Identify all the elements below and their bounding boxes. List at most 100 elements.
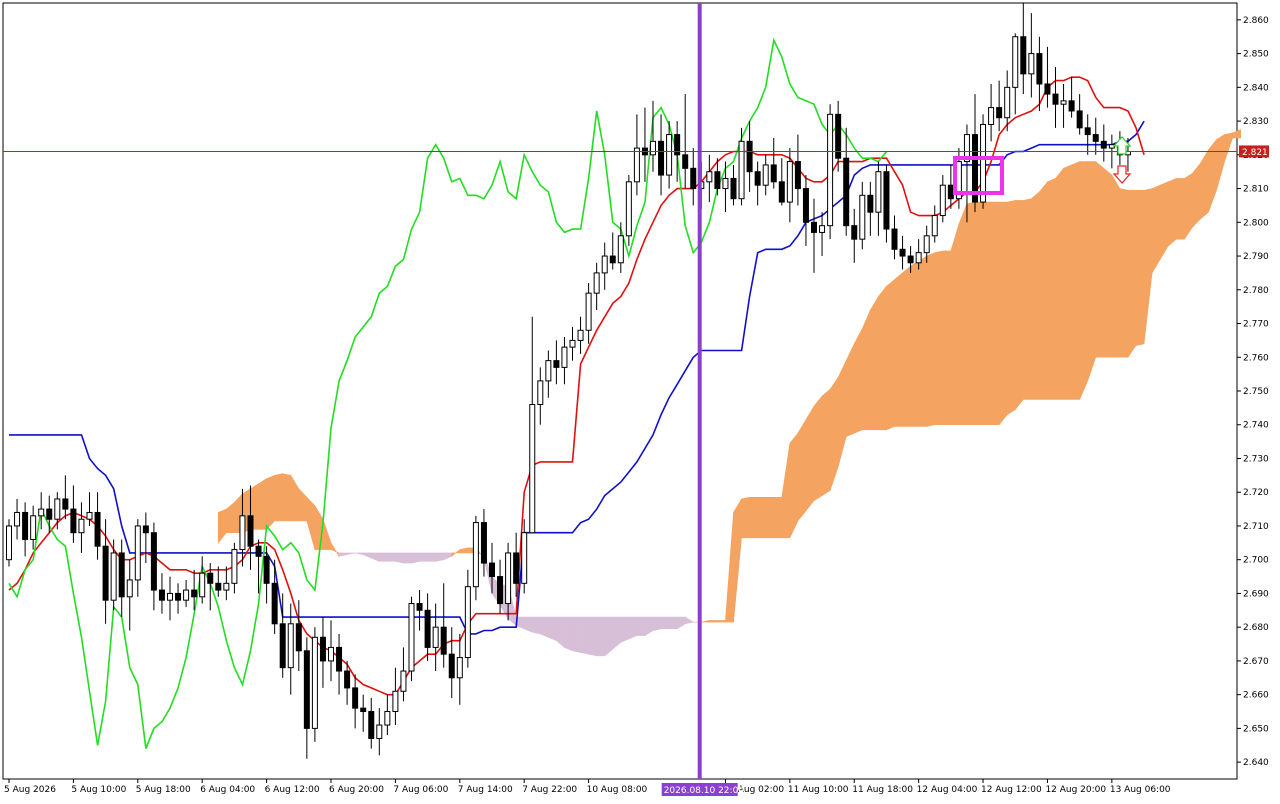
candle-body	[207, 572, 214, 584]
candle-body	[1100, 140, 1107, 149]
candle-body	[86, 511, 93, 520]
candle-body	[827, 113, 834, 227]
candle-body	[617, 235, 624, 264]
cloud-segment	[1047, 177, 1056, 400]
candle-body	[819, 225, 826, 233]
cloud-segment	[1192, 162, 1201, 229]
cloud-segment	[805, 405, 815, 512]
candle-body	[328, 646, 334, 662]
y-tick-label: 2.680	[1243, 623, 1269, 633]
cloud-segment	[403, 552, 412, 564]
candle-body	[545, 360, 552, 382]
candle-body	[416, 603, 423, 611]
candle-body	[239, 515, 246, 551]
candle-body	[456, 657, 463, 679]
x-tick-label: 7 Aug 14:00	[458, 785, 513, 795]
candle-body	[30, 515, 37, 540]
cloud-segment	[966, 201, 976, 426]
candle-body	[223, 582, 230, 591]
candle-body	[134, 525, 141, 581]
cloud-segment	[1014, 200, 1024, 411]
cloud-segment	[950, 223, 960, 426]
candle-body	[54, 498, 61, 520]
cloud-segment	[628, 616, 638, 640]
y-tick-label: 2.790	[1243, 252, 1269, 262]
cloud-segment	[411, 552, 420, 564]
cloud-segment	[982, 201, 992, 426]
x-tick-label: 12 Aug 12:00	[981, 785, 1042, 795]
cloud-segment	[1159, 181, 1169, 261]
cloud-segment	[1119, 188, 1129, 358]
cloud-segment	[1127, 189, 1137, 359]
x-tick-label: 7 Aug 06:00	[393, 785, 448, 795]
cloud-segment	[1135, 189, 1145, 346]
candle-body	[279, 623, 286, 669]
x-tick-label: 13 Aug 06:00	[1110, 785, 1171, 795]
x-tick-label: 10 Aug 08:00	[587, 785, 648, 795]
y-tick-label: 2.700	[1243, 556, 1269, 566]
cloud-segment	[1087, 161, 1097, 381]
x-tick-label: 7 Aug 22:00	[522, 785, 577, 795]
candle-body	[215, 582, 222, 591]
candle-body	[175, 592, 182, 601]
candle-body	[191, 589, 198, 598]
candle-body	[384, 711, 391, 726]
candle-body	[1076, 110, 1083, 129]
marker-date-label: 2026.08.10 22:00	[664, 786, 745, 796]
y-tick-label: 2.720	[1243, 488, 1269, 498]
candle-body	[770, 164, 777, 183]
candle-body	[1052, 93, 1059, 105]
cloud-segment	[588, 616, 597, 657]
candle-body	[392, 690, 399, 713]
cloud-segment	[813, 395, 823, 502]
cloud-segment	[1184, 172, 1193, 241]
candle-body	[263, 555, 270, 584]
candle-body	[577, 329, 584, 341]
candle-body	[650, 140, 656, 156]
candle-body	[199, 572, 206, 598]
candle-body	[521, 532, 528, 584]
candle-body	[344, 670, 351, 689]
y-tick-label: 2.850	[1243, 50, 1269, 60]
y-tick-label: 2.800	[1243, 218, 1269, 228]
cloud-segment	[870, 295, 879, 431]
candle-body	[167, 592, 173, 601]
candle-body	[859, 194, 866, 240]
cloud-segment	[1022, 198, 1032, 400]
cloud-segment	[974, 201, 984, 426]
cloud-segment	[709, 620, 718, 623]
candle-body	[1068, 100, 1075, 112]
cloud-segment	[274, 473, 284, 522]
cloud-segment	[1039, 180, 1048, 400]
cloud-segment	[821, 388, 831, 497]
candle-body	[633, 147, 640, 183]
cloud-segment	[572, 616, 581, 653]
cloud-segment	[387, 552, 396, 562]
cloud-segment	[395, 552, 404, 564]
cloud-segment	[378, 552, 388, 562]
cloud-segment	[918, 255, 928, 427]
cloud-segment	[861, 309, 871, 431]
cloud-segment	[878, 285, 887, 431]
candle-body	[489, 562, 495, 578]
cloud-segment	[749, 496, 758, 539]
candle-body	[311, 636, 318, 729]
candle-body	[1044, 83, 1051, 95]
cloud-segment	[958, 203, 968, 426]
candle-body	[102, 545, 109, 601]
candle-body	[368, 711, 375, 740]
cloud-segment	[531, 616, 541, 635]
y-tick-label: 2.760	[1243, 353, 1269, 363]
candle-body	[996, 107, 1003, 119]
cloud-segment	[282, 473, 292, 522]
candle-body	[754, 171, 761, 186]
candle-body	[231, 549, 238, 584]
candle-body	[746, 140, 753, 173]
candle-body	[360, 707, 367, 713]
x-tick-label: 11 Aug 10:00	[788, 785, 849, 795]
x-tick-label: 5 Aug 2026	[4, 785, 56, 795]
candle-body	[126, 579, 133, 598]
candle-body	[980, 123, 987, 203]
candle-body	[690, 167, 697, 190]
candle-body	[875, 171, 882, 213]
